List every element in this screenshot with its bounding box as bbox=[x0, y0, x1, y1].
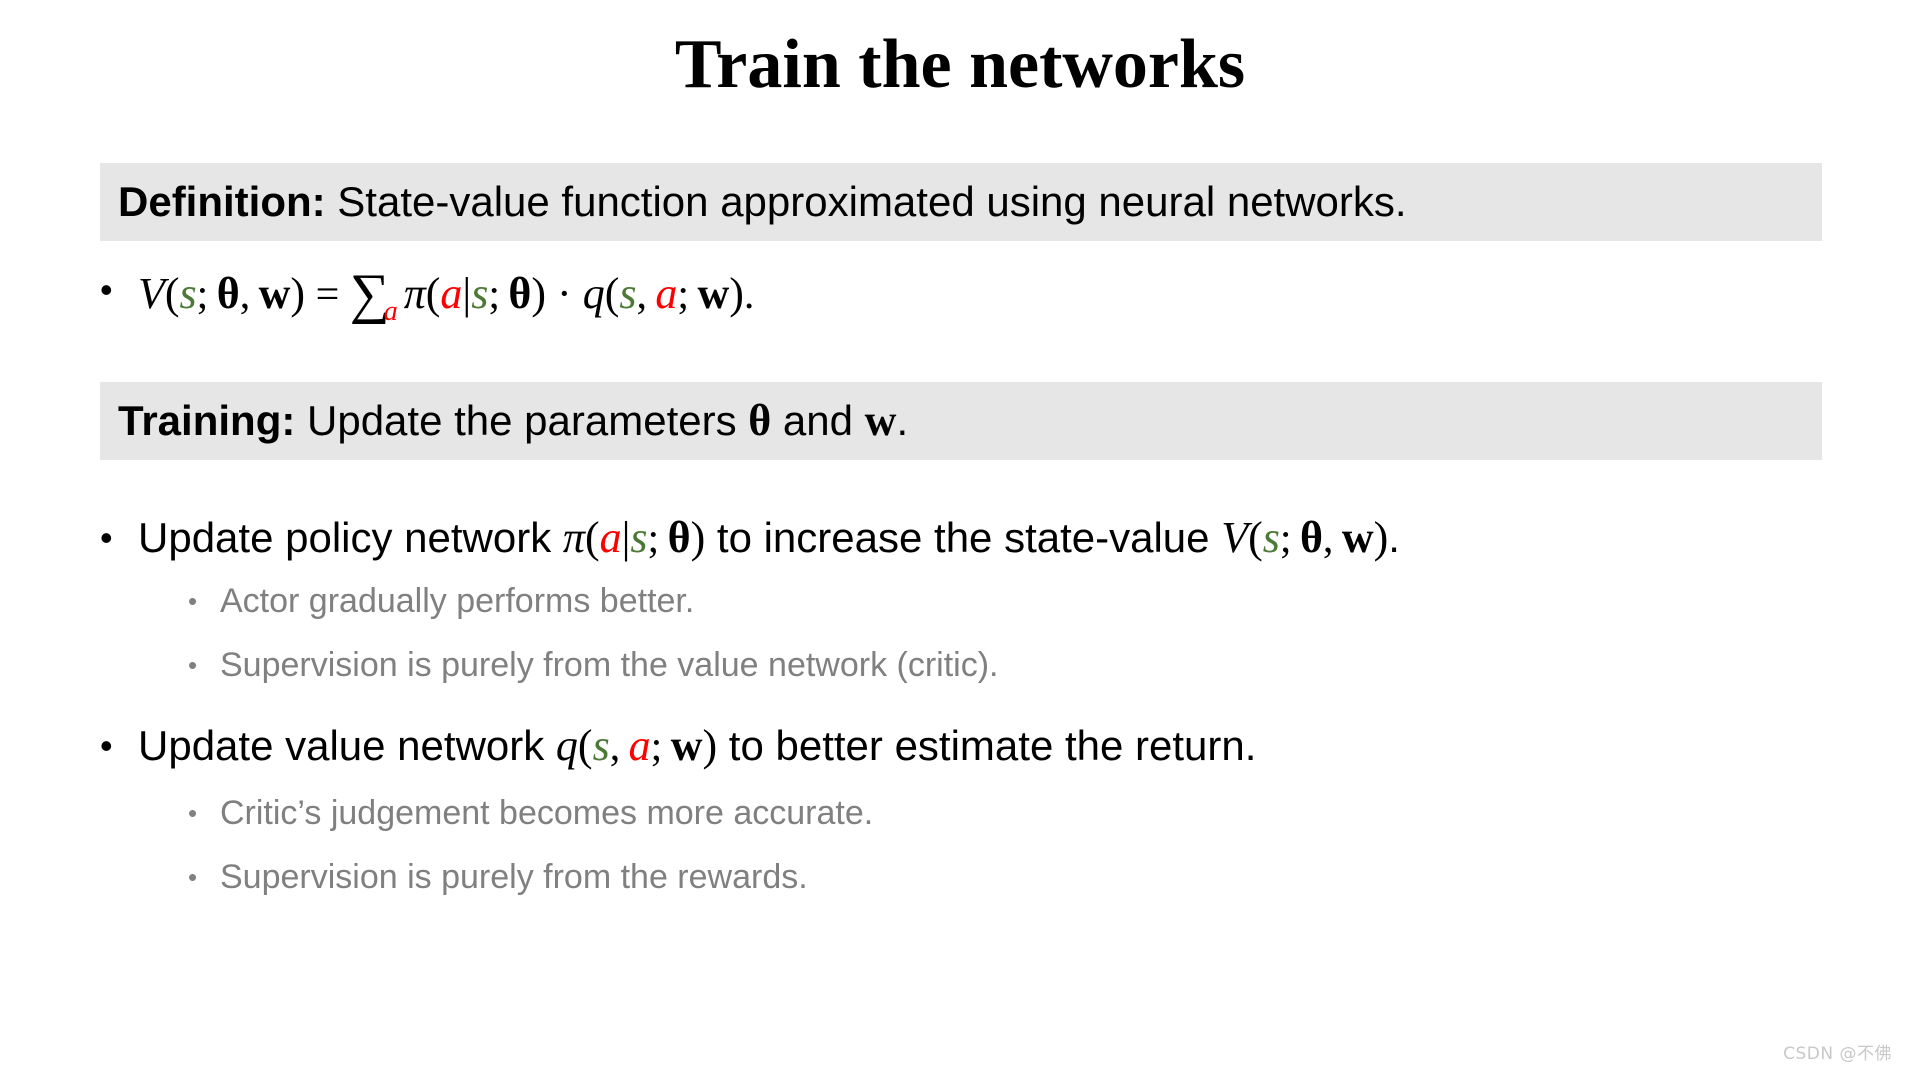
subbullet-text: Critic’s judgement becomes more accurate… bbox=[220, 794, 874, 832]
formula-q: q bbox=[582, 269, 605, 318]
training-theta: θ bbox=[748, 396, 772, 445]
qvalue-action-var: a bbox=[628, 721, 651, 770]
subbullet-marker: • bbox=[188, 650, 198, 680]
policy-pi: π bbox=[562, 513, 585, 562]
formula-V: V bbox=[138, 269, 165, 318]
definition-banner-label: Definition: bbox=[118, 178, 326, 225]
formula-period: . bbox=[743, 272, 755, 318]
bullet-text-middle: to increase the state-value bbox=[705, 514, 1222, 561]
formula-equals: = bbox=[305, 272, 350, 318]
policy-semicolon: ; bbox=[647, 516, 668, 562]
qvalue-open-paren: ( bbox=[577, 721, 593, 770]
page-title: Train the networks bbox=[674, 26, 1246, 103]
formula-w-2: w bbox=[697, 269, 730, 318]
qvalue-semicolon: ; bbox=[650, 724, 671, 770]
formula-close-paren-3: ) bbox=[729, 269, 744, 318]
subbullet-critic-accurate: • Critic’s judgement becomes more accurat… bbox=[100, 790, 1880, 836]
qvalue-close-paren: ) bbox=[702, 721, 718, 770]
formula-multiply-dot: · bbox=[546, 269, 583, 318]
bullet-text-before: Update policy network bbox=[138, 514, 563, 561]
formula-pi: π bbox=[403, 269, 426, 318]
bullet-text-before: Update value network bbox=[138, 722, 556, 769]
definition-formula-line: • V(s; θ, w) = ∑a π(a|s; θ) · q(s, a; w). bbox=[100, 262, 1880, 328]
formula-close-paren-1: ) bbox=[290, 269, 306, 318]
training-w: w bbox=[864, 396, 897, 445]
training-banner-text-2: and bbox=[771, 397, 865, 444]
policy-action-var: a bbox=[599, 513, 622, 562]
subbullet-text: Actor gradually performs better. bbox=[220, 582, 695, 620]
formula-close-paren-2: ) bbox=[531, 269, 547, 318]
policy-close-paren: ) bbox=[690, 513, 706, 562]
formula-action-var-1: a bbox=[440, 269, 463, 318]
policy-open-paren: ( bbox=[584, 513, 600, 562]
definition-banner: Definition: State-value function approxi… bbox=[100, 163, 1822, 241]
training-banner-text-1: Update the parameters bbox=[295, 397, 749, 444]
subbullet-text: Supervision is purely from the rewards. bbox=[220, 858, 808, 896]
formula-open-paren-3: ( bbox=[604, 269, 620, 318]
training-banner: Training: Update the parameters θ and w. bbox=[100, 382, 1822, 460]
qvalue-comma: , bbox=[609, 724, 629, 770]
formula-semicolon-2: ; bbox=[488, 272, 509, 318]
summation-subscript: a bbox=[383, 296, 398, 327]
policy-state-var: s bbox=[630, 513, 648, 562]
formula-w-1: w bbox=[258, 269, 291, 318]
bullet-update-value-network: • Update value network q(s, a; w) to bett… bbox=[100, 718, 1880, 775]
formula-state-var-3: s bbox=[619, 269, 637, 318]
value-w: w bbox=[1341, 513, 1374, 562]
formula-comma-1: , bbox=[239, 272, 259, 318]
bullet-marker: • bbox=[100, 517, 113, 558]
formula-semicolon-3: ; bbox=[677, 272, 698, 318]
value-open-paren: ( bbox=[1248, 513, 1263, 562]
formula-comma-2: , bbox=[636, 272, 656, 318]
formula-conditional-bar: | bbox=[462, 269, 472, 318]
subbullet-marker: • bbox=[188, 862, 198, 892]
bullet-text-after: to better estimate the return. bbox=[717, 722, 1257, 769]
bullet-period: . bbox=[1388, 514, 1400, 561]
formula-theta-1: θ bbox=[216, 269, 240, 318]
subbullet-text: Supervision is purely from the value net… bbox=[220, 646, 999, 684]
qvalue-w: w bbox=[670, 721, 703, 770]
training-banner-label: Training: bbox=[118, 397, 296, 444]
definition-banner-text: State-value function approximated using … bbox=[325, 178, 1407, 225]
subbullet-supervision-critic: • Supervision is purely from the value ne… bbox=[100, 642, 1880, 688]
value-comma: , bbox=[1322, 516, 1342, 562]
formula-semicolon-1: ; bbox=[196, 272, 217, 318]
value-close-paren: ) bbox=[1373, 513, 1389, 562]
subbullet-supervision-rewards: • Supervision is purely from the rewards. bbox=[100, 854, 1880, 900]
value-V: V bbox=[1221, 513, 1249, 562]
value-state-var: s bbox=[1262, 513, 1280, 562]
subbullet-marker: • bbox=[188, 798, 198, 828]
subbullet-actor-improves: • Actor gradually performs better. bbox=[100, 578, 1880, 624]
subbullet-marker: • bbox=[188, 586, 198, 616]
watermark: CSDN @不佛 bbox=[1783, 1044, 1892, 1064]
policy-theta: θ bbox=[667, 513, 691, 562]
formula-open-paren-1: ( bbox=[164, 269, 180, 318]
formula-action-var-2: a bbox=[655, 269, 678, 318]
formula-theta-2: θ bbox=[508, 269, 532, 318]
bullet-marker: • bbox=[100, 725, 113, 766]
value-semicolon: ; bbox=[1279, 516, 1300, 562]
formula-open-paren-2: ( bbox=[425, 269, 441, 318]
training-banner-period: . bbox=[896, 397, 909, 444]
formula-state-var-2: s bbox=[471, 269, 489, 318]
qvalue-q: q bbox=[555, 721, 578, 770]
bullet-marker: • bbox=[100, 269, 113, 310]
qvalue-state-var: s bbox=[592, 721, 610, 770]
bullet-update-policy-network: • Update policy network π(a|s; θ) to incr… bbox=[100, 510, 1880, 567]
value-theta: θ bbox=[1299, 513, 1323, 562]
formula-state-var-1: s bbox=[179, 269, 197, 318]
